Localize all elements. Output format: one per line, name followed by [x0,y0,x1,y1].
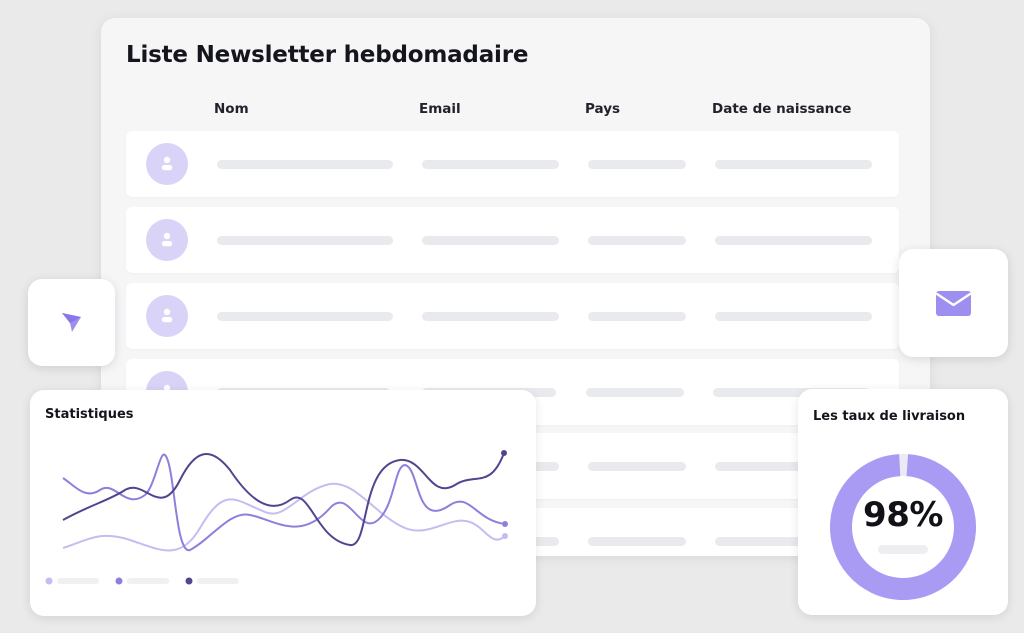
country-placeholder [588,236,686,245]
table-row[interactable] [126,131,899,197]
legend-dot-dark [185,577,193,585]
series-line-mid [62,453,506,551]
envelope-icon [935,291,972,316]
avatar [146,295,188,337]
email-placeholder [422,312,559,321]
statistics-line-chart [45,450,508,585]
country-placeholder [588,462,686,471]
country-placeholder [588,312,686,321]
avatar [146,219,188,261]
birthdate-placeholder [715,160,872,169]
column-header-date-de-naissance[interactable]: Date de naissance [712,101,851,117]
table-row[interactable] [126,207,899,273]
name-placeholder [217,312,393,321]
birthdate-placeholder [715,312,872,321]
table-row[interactable] [126,283,899,349]
series-end-dot-mid [502,521,508,527]
legend-label-placeholder [57,578,99,584]
mail-tile[interactable] [899,249,1008,357]
page-title: Liste Newsletter hebdomadaire [126,42,529,68]
user-icon [161,156,173,171]
avatar [146,143,188,185]
series-line-light [62,482,506,552]
column-header-pays[interactable]: Pays [585,101,620,117]
delivery-rate-sublabel-placeholder [878,545,928,554]
delivery-rate-value: 98% [863,495,943,535]
legend-label-placeholder [197,578,239,584]
birthdate-placeholder [715,236,872,245]
email-placeholder [422,236,559,245]
user-icon [161,232,173,247]
legend-dot-light [45,577,53,585]
column-header-nom[interactable]: Nom [214,101,249,117]
name-placeholder [217,160,393,169]
country-placeholder [588,160,686,169]
name-placeholder [217,236,393,245]
email-placeholder [422,160,559,169]
user-icon [161,308,173,323]
column-header-email[interactable]: Email [419,101,461,117]
paper-plane-icon [62,313,81,332]
country-placeholder [588,537,686,546]
send-tile[interactable] [28,279,115,366]
statistics-card: Statistiques [30,390,536,616]
legend-label-placeholder [127,578,169,584]
legend-dot-mid [115,577,123,585]
delivery-rate-card: Les taux de livraison 98% [798,389,1008,615]
series-end-dot-dark [501,450,507,456]
series-end-dot-light [502,533,508,539]
country-placeholder [586,388,684,397]
